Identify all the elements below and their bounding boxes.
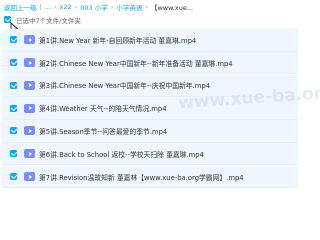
breadcrumb: 返回上一级 | ... › x22 › 003 小学 › 小学英语 › 【www… <box>0 0 300 13</box>
back-link[interactable]: 返回上一级 <box>4 2 37 12</box>
breadcrumb-separator: › <box>145 2 148 11</box>
breadcrumb-item[interactable]: 003 小学 <box>80 2 107 12</box>
file-name[interactable]: 第3讲.Chinese New Year中国新年--庆祝中国新年.mp4 <box>39 80 210 90</box>
video-file-icon <box>24 35 35 45</box>
breadcrumb-separator: › <box>110 2 114 11</box>
file-name[interactable]: 第6讲.Back to School 返校--学校天扫除 董嘉琳.mp4 <box>39 149 204 159</box>
file-row[interactable]: 第7讲.Revision温故知新 董嘉林【www.xue-ba.org学霸网】.… <box>2 165 298 189</box>
breadcrumb-separator: › <box>53 2 57 11</box>
file-name[interactable]: 第7讲.Revision温故知新 董嘉林【www.xue-ba.org学霸网】.… <box>39 172 244 182</box>
file-checkbox[interactable] <box>10 150 17 158</box>
file-checkbox[interactable] <box>10 173 17 181</box>
breadcrumb-item[interactable]: 小学英语 <box>116 2 142 12</box>
file-name[interactable]: 第4讲.Weather 天气--的陪天气情况.mp4 <box>39 103 167 113</box>
file-row[interactable]: 第1讲.New Year 新年-自回顾新年活动 董嘉琳.mp4 <box>2 29 298 52</box>
breadcrumb-separator: | <box>39 2 42 11</box>
breadcrumb-current: 【www.xue... <box>150 3 194 12</box>
file-row[interactable]: 第6讲.Back to School 返校--学校天扫除 董嘉琳.mp4 <box>2 142 298 166</box>
video-file-icon <box>24 80 35 90</box>
video-file-icon <box>24 149 35 159</box>
file-name[interactable]: 第2讲.Chinese New Year中国新年--新年准备活动 董嘉琳.mp4 <box>39 58 233 68</box>
breadcrumb-separator: › <box>74 2 78 11</box>
video-file-icon <box>24 58 35 68</box>
video-file-icon <box>24 126 35 136</box>
file-row[interactable]: 第5讲.Season季节--问答最爱的季节.mp4 <box>2 120 298 143</box>
file-row[interactable]: 第3讲.Chinese New Year中国新年--庆祝中国新年.mp4 <box>2 74 298 98</box>
file-checkbox[interactable] <box>10 59 17 67</box>
file-row[interactable]: 第2讲.Chinese New Year中国新年--新年准备活动 董嘉琳.mp4 <box>2 51 298 75</box>
selection-bar: 已选中7个文件/文件夹 <box>0 13 300 26</box>
file-name[interactable]: 第1讲.New Year 新年-自回顾新年活动 董嘉琳.mp4 <box>39 35 196 45</box>
file-row[interactable]: 第4讲.Weather 天气--的陪天气情况.mp4 <box>2 97 298 120</box>
file-checkbox[interactable] <box>10 104 17 112</box>
breadcrumb-item[interactable]: x22 <box>60 3 72 11</box>
file-checkbox[interactable] <box>10 127 17 135</box>
file-list: 第1讲.New Year 新年-自回顾新年活动 董嘉琳.mp4 第2讲.Chin… <box>0 29 300 189</box>
file-name[interactable]: 第5讲.Season季节--问答最爱的季节.mp4 <box>39 126 167 136</box>
file-checkbox[interactable] <box>10 36 17 44</box>
selection-count-text: 已选中7个文件/文件夹 <box>16 16 81 25</box>
video-file-icon <box>24 103 35 113</box>
video-file-icon <box>24 172 35 182</box>
file-checkbox[interactable] <box>10 81 17 89</box>
